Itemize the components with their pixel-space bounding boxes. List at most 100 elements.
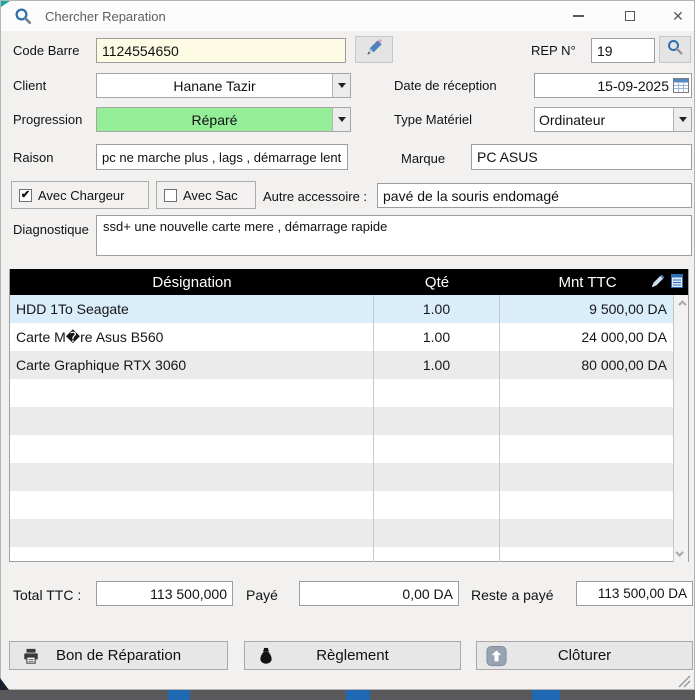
window-title: Chercher Reparation [45, 9, 166, 24]
maximize-icon [625, 11, 635, 21]
reglement-label: Règlement [316, 647, 389, 664]
bon-de-reparation-button[interactable]: Bon de Réparation [9, 641, 228, 670]
chevron-down-icon [673, 108, 691, 131]
grid-edit-pen-icon[interactable] [650, 273, 666, 294]
taskbar[interactable] [0, 690, 695, 700]
avec-sac-checkbox[interactable] [164, 189, 177, 202]
rep-n-input[interactable]: 19 [591, 38, 655, 63]
items-table: Désignation Qté Mnt TTC [9, 269, 689, 562]
table-header: Désignation Qté Mnt TTC [10, 269, 688, 295]
table-empty-row [10, 379, 674, 407]
taskbar-app-indicator[interactable] [532, 690, 560, 700]
search-icon [14, 7, 32, 25]
reglement-button[interactable]: Règlement [244, 641, 461, 670]
chevron-down-icon [675, 548, 683, 556]
vertical-scrollbar[interactable] [673, 295, 688, 562]
chevron-up-icon [678, 300, 686, 308]
col-header-mnt-ttc[interactable]: Mnt TTC [500, 269, 675, 295]
rep-n-label: REP N° [531, 43, 576, 58]
avec-sac-group: Avec Sac [156, 181, 256, 209]
type-materiel-label: Type Matériel [394, 112, 472, 127]
taskbar-app-indicator[interactable] [346, 690, 370, 700]
marque-label: Marque [401, 151, 445, 166]
check-icon: ✔ [21, 190, 30, 201]
titlebar[interactable]: Chercher Reparation ✕ [1, 1, 694, 31]
bon-de-reparation-label: Bon de Réparation [56, 647, 181, 664]
date-reception-picker[interactable]: 15-09-2025 [534, 73, 692, 98]
cell-qte: 1.00 [374, 351, 500, 379]
paye-label: Payé [246, 587, 278, 603]
client-value: Hanane Tazir [97, 78, 332, 94]
raison-label: Raison [13, 150, 53, 165]
scroll-up-button[interactable] [674, 295, 688, 311]
cell-designation: HDD 1To Seagate [10, 295, 374, 323]
table-body: HDD 1To Seagate 1.00 9 500,00 DA Carte M… [10, 295, 674, 562]
chevron-down-icon [332, 108, 350, 131]
table-empty-row [10, 463, 674, 491]
pen-icon [365, 38, 384, 62]
code-barre-input[interactable]: 1124554650 [96, 38, 346, 63]
total-ttc-label: Total TTC : [13, 587, 81, 603]
client-combobox[interactable]: Hanane Tazir [96, 73, 351, 98]
client-label: Client [13, 78, 46, 93]
table-row[interactable]: HDD 1To Seagate 1.00 9 500,00 DA [10, 295, 674, 323]
close-icon: ✕ [672, 8, 684, 25]
table-empty-row [10, 435, 674, 463]
diagnostique-textarea[interactable]: ssd+ une nouvelle carte mere , démarrage… [96, 215, 692, 256]
date-reception-label: Date de réception [394, 78, 497, 93]
autre-accessoire-input[interactable]: pavé de la souris endomagé [377, 183, 692, 208]
cell-mnt: 9 500,00 DA [500, 295, 674, 323]
autre-accessoire-label: Autre accessoire : [263, 189, 367, 204]
raison-input[interactable]: pc ne marche plus , lags , démarrage len… [96, 144, 348, 170]
grid-columns-icon[interactable] [669, 273, 685, 294]
cloturer-button[interactable]: Clôturer [476, 641, 693, 670]
diagnostique-label: Diagnostique [13, 222, 89, 237]
table-empty-row [10, 407, 674, 435]
maximize-button[interactable] [609, 1, 651, 31]
table-empty-row [10, 491, 674, 519]
minimize-icon [573, 15, 584, 17]
search-icon [666, 38, 684, 61]
edit-code-button[interactable] [355, 36, 393, 63]
cell-designation: Carte Graphique RTX 3060 [10, 351, 374, 379]
minimize-button[interactable] [557, 1, 599, 31]
avec-chargeur-group: ✔ Avec Chargeur [11, 181, 149, 209]
close-button[interactable]: ✕ [657, 1, 695, 31]
rep-search-button[interactable] [659, 36, 691, 63]
cloturer-label: Clôturer [558, 647, 611, 664]
progression-label: Progression [13, 112, 82, 127]
col-header-designation[interactable]: Désignation [10, 269, 374, 295]
desktop: Chercher Reparation ✕ Code Barre 1124554… [0, 0, 695, 700]
progression-value: Réparé [97, 112, 332, 128]
cell-designation: Carte M�re Asus B560 [10, 323, 374, 351]
code-barre-label: Code Barre [13, 43, 79, 58]
avec-sac-label: Avec Sac [183, 188, 238, 203]
calendar-icon[interactable] [673, 77, 689, 98]
total-ttc-field[interactable]: 113 500,000 [96, 581, 233, 606]
cell-qte: 1.00 [374, 295, 500, 323]
printer-icon [22, 647, 40, 665]
up-arrow-icon [486, 645, 507, 666]
money-bag-icon [259, 647, 273, 664]
reste-a-paye-label: Reste a payé [471, 587, 554, 603]
table-empty-row [10, 547, 674, 562]
scroll-down-button[interactable] [674, 546, 688, 562]
avec-chargeur-checkbox[interactable]: ✔ [19, 189, 32, 202]
col-header-qte[interactable]: Qté [374, 269, 500, 295]
chevron-down-icon [332, 74, 350, 97]
cell-qte: 1.00 [374, 323, 500, 351]
progression-combobox[interactable]: Réparé [96, 107, 351, 132]
type-materiel-combobox[interactable]: Ordinateur [534, 107, 692, 132]
marque-input[interactable]: PC ASUS [471, 144, 692, 170]
chercher-reparation-window: Chercher Reparation ✕ Code Barre 1124554… [0, 0, 695, 690]
table-empty-row [10, 519, 674, 547]
paye-field[interactable]: 0,00 DA [299, 581, 459, 606]
reste-a-paye-field[interactable]: 113 500,00 DA [576, 581, 693, 606]
type-materiel-value: Ordinateur [535, 112, 673, 128]
taskbar-app-indicator[interactable] [168, 690, 190, 700]
table-row[interactable]: Carte M�re Asus B560 1.00 24 000,00 DA [10, 323, 674, 351]
cell-mnt: 80 000,00 DA [500, 351, 674, 379]
table-row[interactable]: Carte Graphique RTX 3060 1.00 80 000,00 … [10, 351, 674, 379]
cell-mnt: 24 000,00 DA [500, 323, 674, 351]
avec-chargeur-label: Avec Chargeur [38, 188, 124, 203]
